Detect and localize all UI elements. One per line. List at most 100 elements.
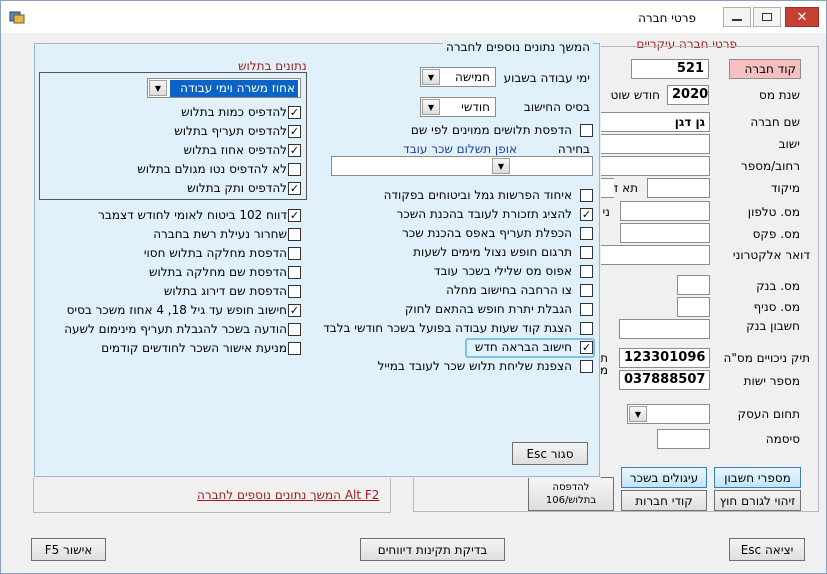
checkbox-label: הדפסת מחלקה בתלוש חסוי [143, 246, 287, 260]
checkbox[interactable] [580, 284, 593, 297]
zip-input[interactable] [647, 178, 710, 198]
checkbox-label: הדפסת שם מחלקה בתלוש [148, 265, 287, 279]
settlement-label: ישוב [778, 137, 800, 151]
print-slip-button[interactable]: להדפסה בתלוש/106 [528, 477, 614, 511]
title-bar: פרטי חברה ✕ [1, 1, 826, 33]
tax-year-input[interactable]: 2020 [667, 85, 709, 105]
company-name-label: שם חברה [750, 115, 800, 129]
checkbox[interactable]: ✓ [288, 144, 301, 157]
checkbox-label: להדפיס אחוז בתלוש [183, 143, 287, 157]
popup-title: המשך נתונים נוספים לחברה [442, 40, 593, 54]
business-field-label: תחום העסק [737, 407, 800, 421]
checkbox[interactable] [580, 322, 593, 335]
bank-input[interactable] [677, 275, 710, 295]
zip-label: מיקוד [770, 181, 800, 195]
checkbox[interactable] [288, 342, 301, 355]
street-label: רחוב/מספר [740, 159, 800, 173]
exit-button[interactable]: יציאה Esc [729, 538, 805, 561]
print-slip-line2: בתלוש/106 [545, 495, 597, 506]
checkbox[interactable] [580, 265, 593, 278]
account-input[interactable] [619, 319, 710, 339]
branch-label: מס. סניף [753, 300, 800, 314]
tax-file-input[interactable]: 123301096 [619, 348, 710, 368]
email-input[interactable] [600, 245, 710, 265]
company-name-input[interactable]: גן דגן [600, 112, 710, 132]
checkbox-label: הצגת קוד שעות עבודה בפועל בשכר חודשי בלב… [323, 321, 572, 335]
checkbox[interactable] [288, 228, 301, 241]
popup-close-button[interactable]: סגור Esc [512, 442, 588, 465]
month-partial-label: חודש שוט [610, 88, 660, 102]
checkbox[interactable] [288, 266, 301, 279]
business-no-partial-label: מ [599, 363, 608, 377]
checkbox[interactable] [580, 360, 593, 373]
checkbox[interactable] [580, 189, 593, 202]
app-icon [9, 10, 25, 24]
workdays-label: ימי עבודה בשבוע [503, 71, 590, 85]
checkbox-label: הצפנת שליחת תלוש שכר לעובד במייל [377, 359, 572, 373]
checkbox[interactable]: ✓ [288, 209, 301, 222]
phone-partial-label: ני [602, 205, 611, 219]
checkbox[interactable]: ✓ [580, 208, 593, 221]
window-title: פרטי חברה [638, 11, 696, 25]
slip-data-value: אחוז משרה וימי עבודה [170, 80, 298, 97]
checkbox-label: תרגום חופש נצול מימים לשעות [413, 245, 572, 259]
email-label: דואר אלקטרוני [732, 248, 810, 262]
checkbox[interactable]: ✓ [288, 182, 301, 195]
workdays-value: חמישה [454, 70, 490, 84]
approve-button[interactable]: אישור F5 [31, 538, 106, 561]
checkbox-label: הגבלת יתרת חופש בהתאם לחוק [404, 302, 572, 316]
checkbox-label: להדפיס כמות בתלוש [181, 105, 287, 119]
print-sorted-checkbox[interactable] [580, 124, 593, 137]
phone-input[interactable] [620, 201, 710, 221]
checkbox-label: אפוס מס שלילי בשכר עובד [433, 264, 572, 278]
calc-basis-select[interactable]: ▼ חודשי [420, 97, 496, 117]
checkbox[interactable]: ✓ [288, 125, 301, 138]
payment-method-select[interactable]: ▼ [331, 156, 593, 176]
checkbox-label: להדפיס ותק בתלוש [187, 181, 287, 195]
accounts-button[interactable]: מספרי חשבון [714, 467, 801, 488]
salary-rounding-button[interactable]: עיגולים בשכר [621, 467, 707, 488]
slip-data-select[interactable]: ▼ אחוז משרה וימי עבודה [147, 78, 301, 98]
checkbox-label: חישוב חופש עד גיל 18, 4 אחוז משכר בסיס [66, 303, 287, 317]
checkbox[interactable] [580, 227, 593, 240]
slip-data-label: נתונים בתלוש [238, 59, 307, 73]
bank-label: מס. בנק [756, 279, 800, 293]
checkbox-label: לא להדפיס נטו מגולם בתלוש [137, 162, 287, 176]
checkbox-label: שחרור נעילת רשת בחברה [153, 227, 287, 241]
close-button[interactable]: ✕ [785, 7, 819, 27]
business-field-select[interactable]: ▼ [627, 404, 710, 424]
maximize-button[interactable] [753, 7, 781, 27]
highlight-ring [465, 338, 595, 358]
checkbox-label: הכפלת תעריף באפס בהכנת שכר [402, 226, 572, 240]
main-window: פרטי חברה ✕ פרטי חברה עיקריים קוד חברה 5… [0, 0, 827, 574]
checkbox[interactable] [288, 285, 301, 298]
print-sorted-label: הדפסת תלושים ממוינים לפי שם [410, 123, 572, 137]
company-codes-button[interactable]: קודי חברות [621, 490, 707, 511]
checkbox[interactable] [288, 247, 301, 260]
external-id-button[interactable]: זיהוי לגורם חוץ [714, 490, 801, 511]
chevron-down-icon: ▼ [149, 80, 167, 96]
fax-input[interactable] [620, 223, 710, 243]
checkbox[interactable] [288, 163, 301, 176]
checkbox[interactable] [580, 246, 593, 259]
minimize-button[interactable] [723, 7, 751, 27]
checkbox-label: להדפיס תעריף בתלוש [174, 124, 287, 138]
checkbox[interactable]: ✓ [288, 304, 301, 317]
payment-method-label: אופן תשלום שכר עובד [403, 142, 517, 156]
password-input[interactable] [657, 429, 710, 449]
pobox-input[interactable] [600, 178, 614, 198]
checkbox[interactable] [580, 303, 593, 316]
checkbox[interactable]: ✓ [288, 106, 301, 119]
checkbox-label: צו הרחבה בחישוב מחלה [446, 283, 572, 297]
checkbox[interactable] [288, 323, 301, 336]
close-icon: ✕ [796, 9, 808, 25]
continue-data-link[interactable]: המשך נתונים נוספים לחברה Alt F2 [197, 488, 379, 502]
branch-input[interactable] [677, 297, 710, 317]
password-label: סיסמה [765, 432, 800, 446]
check-reports-button[interactable]: בדיקת תקינות דיווחים [360, 538, 505, 561]
fax-label: מס. פקס [752, 227, 800, 241]
company-code-input[interactable]: 521 [631, 59, 709, 79]
workdays-select[interactable]: ▼ חמישה [420, 67, 496, 87]
chevron-down-icon: ▼ [492, 158, 510, 174]
business-no-input[interactable]: 037888507 [619, 370, 710, 390]
